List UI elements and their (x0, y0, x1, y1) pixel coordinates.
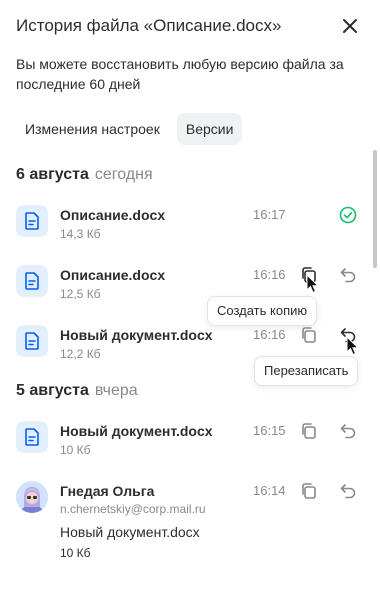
date-relative: сегодня (94, 166, 153, 183)
file-size: 10 Кб (60, 546, 91, 560)
version-history-panel: История файла «Описание.docx» Вы можете … (0, 0, 380, 592)
document-icon (16, 325, 48, 357)
avatar (16, 481, 48, 513)
tab-settings-changes[interactable]: Изменения настроек (16, 113, 169, 145)
panel-title: История файла «Описание.docx» (16, 16, 282, 35)
undo-icon (340, 424, 356, 439)
copy-button[interactable] (297, 479, 321, 503)
version-time: 16:15 (253, 423, 286, 438)
scrollbar[interactable] (373, 150, 377, 268)
user-name: Гнедая Ольга (60, 483, 155, 499)
file-size: 10 Кб (60, 443, 91, 457)
file-size: 12,5 Кб (60, 287, 101, 301)
version-time: 16:17 (253, 207, 286, 222)
copy-icon (302, 423, 316, 439)
version-time: 16:16 (253, 327, 286, 342)
undo-icon (340, 484, 356, 499)
version-time: 16:16 (253, 267, 286, 282)
tabs: Изменения настроек Версии (16, 113, 243, 145)
mouse-cursor-icon (346, 336, 360, 356)
document-icon (16, 205, 48, 237)
version-row[interactable]: Описание.docx 14,3 Кб 16:17 (0, 200, 370, 250)
file-name: Описание.docx (60, 267, 166, 283)
document-icon (16, 421, 48, 453)
file-name: Описание.docx (60, 207, 166, 223)
overwrite-tooltip: Перезаписать (254, 356, 359, 386)
date-label: 6 августа (16, 166, 89, 183)
undo-icon (340, 268, 356, 283)
file-size: 12,2 Кб (60, 347, 101, 361)
copy-icon (302, 483, 316, 499)
date-relative: вчера (94, 382, 138, 399)
restore-button[interactable] (336, 263, 360, 287)
copy-button[interactable] (297, 323, 321, 347)
document-icon (16, 265, 48, 297)
description-text: Вы можете восстановить любую версию файл… (16, 56, 344, 92)
date-heading: 5 августа вчера (16, 382, 138, 400)
close-icon (343, 19, 357, 33)
user-version-row[interactable]: Гнедая Ольга n.chernetskiy@corp.mail.ru … (0, 476, 370, 572)
file-name: Новый документ.docx (60, 524, 200, 540)
file-name: Новый документ.docx (60, 327, 213, 343)
file-name: Новый документ.docx (60, 423, 213, 439)
file-size: 14,3 Кб (60, 227, 101, 241)
copy-button[interactable] (297, 419, 321, 443)
version-time: 16:14 (253, 483, 286, 498)
current-version-icon (336, 203, 360, 227)
close-button[interactable] (334, 10, 366, 42)
restore-button[interactable] (336, 419, 360, 443)
user-email: n.chernetskiy@corp.mail.ru (60, 502, 206, 516)
version-row[interactable]: Новый документ.docx 10 Кб 16:15 (0, 416, 370, 466)
date-heading: 6 августа сегодня (16, 166, 153, 184)
tab-versions[interactable]: Версии (176, 113, 243, 145)
copy-icon (302, 327, 316, 343)
mouse-cursor-icon (306, 274, 320, 294)
date-label: 5 августа (16, 382, 89, 399)
restore-button[interactable] (336, 479, 360, 503)
